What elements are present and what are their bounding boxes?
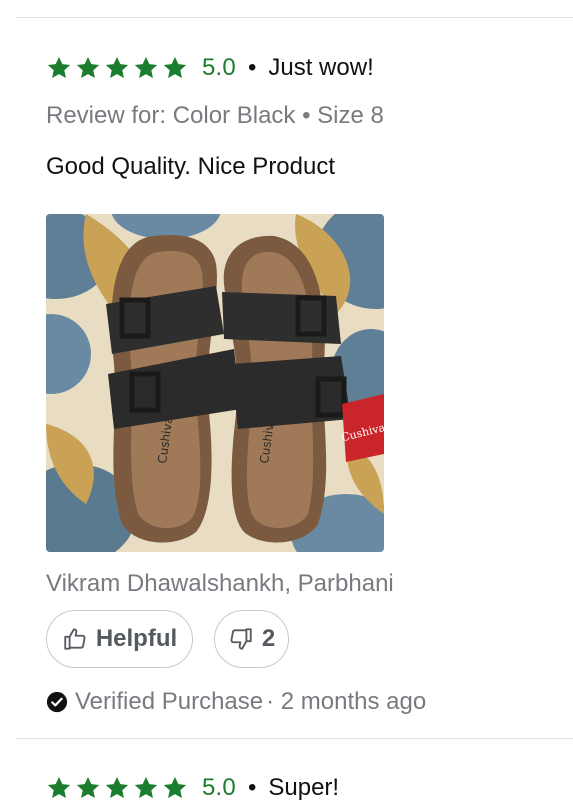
top-divider — [16, 17, 573, 18]
helpful-button[interactable]: Helpful — [46, 610, 193, 668]
review-title: Just wow! — [268, 54, 374, 81]
star-icon — [47, 776, 71, 798]
review-author: Vikram Dhawalshankh, Parbhani — [46, 570, 394, 597]
star-icon — [163, 56, 187, 78]
star-icon — [47, 56, 71, 78]
star-icon — [105, 776, 129, 798]
star-icon — [134, 56, 158, 78]
sandals-photo-icon: Cushiva Cushiva Cushiva — [46, 214, 384, 552]
review-divider — [16, 738, 573, 739]
rating-row: 5.0 • Just wow! — [46, 53, 374, 83]
thumbs-down-icon — [230, 628, 252, 650]
star-icon — [76, 776, 100, 798]
star-icon — [163, 776, 187, 798]
rating-score: 5.0 — [202, 774, 236, 801]
review-title: Super! — [268, 774, 340, 801]
review-body: Good Quality. Nice Product — [46, 153, 336, 180]
verified-purchase: Verified Purchase · 2 months ago — [46, 688, 426, 716]
thumbs-up-icon — [64, 628, 86, 650]
not-helpful-button[interactable]: 2 — [214, 610, 289, 668]
title-separator: • — [247, 774, 257, 801]
star-rating — [46, 55, 188, 81]
star-icon — [134, 776, 158, 798]
review-variant-info: Review for: Color Black • Size 8 — [46, 102, 384, 129]
review-time: · 2 months ago — [266, 688, 427, 715]
helpful-label: Helpful — [95, 625, 178, 652]
title-separator: • — [247, 54, 257, 81]
star-icon — [105, 56, 129, 78]
rating-row: 5.0 • Super! — [46, 773, 339, 803]
star-icon — [76, 56, 100, 78]
dislike-count: 2 — [261, 625, 276, 652]
verified-label: Verified Purchase — [75, 688, 264, 715]
star-rating — [46, 775, 188, 801]
rating-score: 5.0 — [202, 54, 236, 81]
verified-check-icon — [46, 691, 68, 713]
review-photo[interactable]: Cushiva Cushiva Cushiva — [46, 214, 384, 552]
